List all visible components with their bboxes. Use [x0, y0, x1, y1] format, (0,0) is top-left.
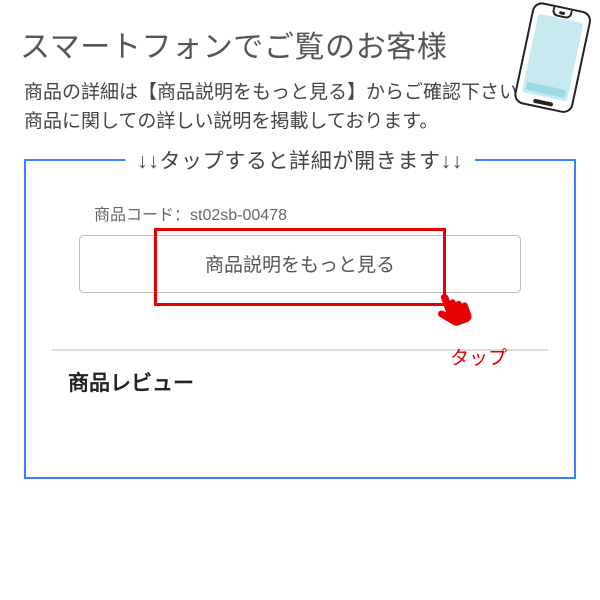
product-code-label: 商品コード：	[94, 207, 190, 224]
description-text: 商品の詳細は【商品説明をもっと見る】からご確認下さい。 商品に関しての詳しい説明…	[0, 74, 600, 151]
page-title: スマートフォンでご覧のお客様	[20, 22, 580, 66]
description-line-2: 商品に関しての詳しい説明を掲載しております。	[24, 111, 438, 132]
description-line-1: 商品の詳細は【商品説明をもっと見る】からご確認下さい。	[24, 82, 537, 103]
review-heading: 商品レビュー	[68, 367, 548, 397]
product-code: 商品コード：st02sb-00478	[94, 201, 548, 225]
instruction-box: ↓↓タップすると詳細が開きます↓↓ 商品コード：st02sb-00478 商品説…	[24, 159, 576, 479]
instruction-legend: ↓↓タップすると詳細が開きます↓↓	[125, 145, 475, 175]
show-more-button-label: 商品説明をもっと見る	[205, 250, 395, 277]
tap-label: タップ	[450, 343, 507, 370]
product-code-value: st02sb-00478	[190, 207, 287, 224]
header: スマートフォンでご覧のお客様	[0, 0, 600, 74]
